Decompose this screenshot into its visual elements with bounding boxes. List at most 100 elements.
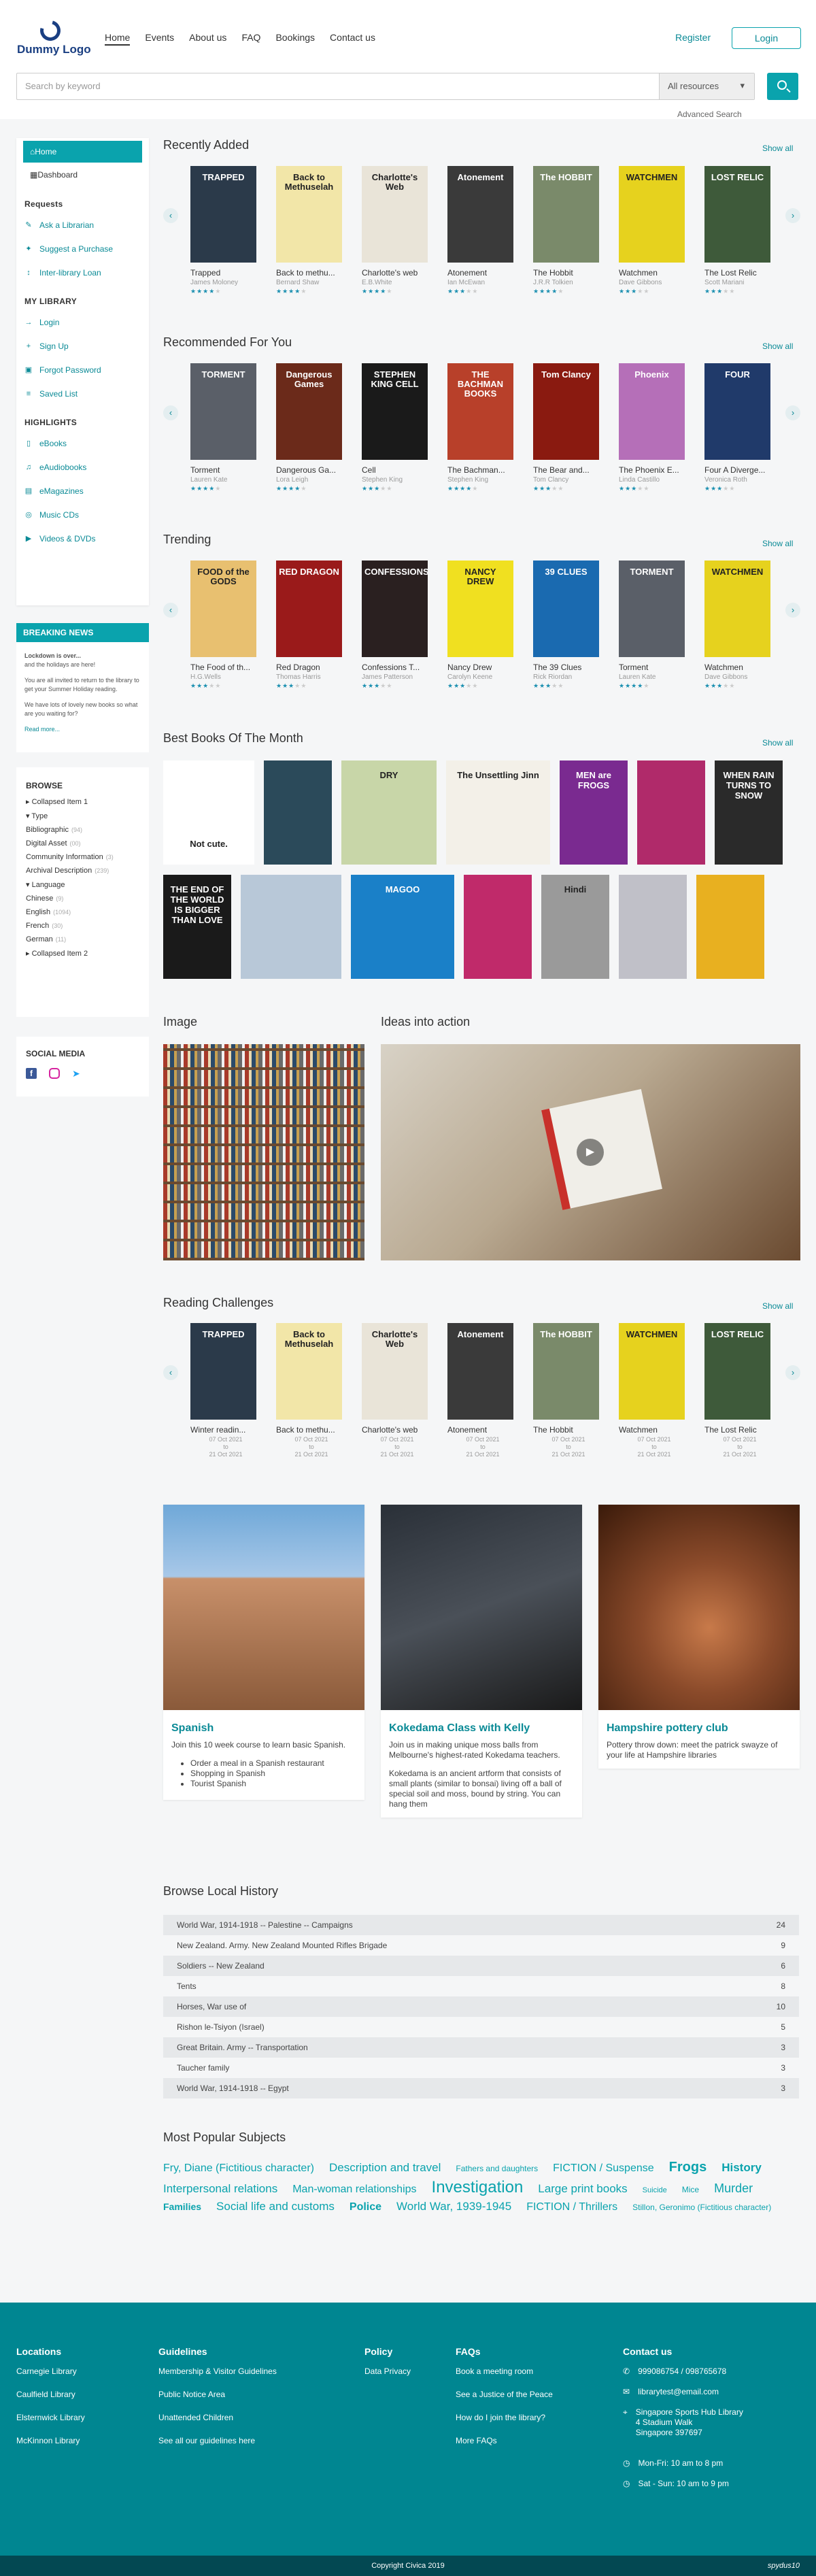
book-cover[interactable]: LOST RELIC [704,166,770,263]
subject-tag[interactable]: Police [350,2201,381,2213]
book-cover[interactable]: Atonement [447,166,513,263]
book-cover[interactable]: TORMENT [190,363,256,460]
history-row[interactable]: New Zealand. Army. New Zealand Mounted R… [163,1935,799,1956]
sidebar-item-saved-list[interactable]: ≡ Saved List [16,382,149,405]
book-cover[interactable]: 39 CLUES [533,561,599,657]
facebook-icon[interactable]: f [26,1068,37,1079]
recommended-show-all[interactable]: Show all [762,341,793,351]
best-book-cover[interactable] [464,875,532,979]
browse-facet-item[interactable]: Archival Description (239) [26,867,139,875]
footer-link[interactable]: More FAQs [456,2436,553,2445]
sidebar-item-ebooks[interactable]: ▯ eBooks [16,431,149,455]
carousel-next-button[interactable]: › [785,603,800,618]
history-row[interactable]: World War, 1914-1918 -- Egypt 3 [163,2078,799,2098]
news-read-more-link[interactable]: Read more... [16,725,149,734]
site-logo[interactable]: Dummy Logo [17,16,91,61]
carousel-prev-button[interactable]: ‹ [163,603,178,618]
reading-challenges-show-all[interactable]: Show all [762,1301,793,1311]
best-book-cover[interactable]: WHEN RAIN TURNS TO SNOW [715,760,783,865]
book-cover[interactable]: WATCHMEN [619,1323,685,1420]
book-item[interactable]: Charlotte's Web Charlotte's web E.B.White ★… [362,166,432,295]
challenge-item[interactable]: Charlotte's Web Charlotte's web 07 Oct 202… [362,1323,432,1458]
best-book-cover[interactable] [241,875,341,979]
carousel-prev-button[interactable]: ‹ [163,405,178,420]
recently-added-show-all[interactable]: Show all [762,144,793,153]
twitter-icon[interactable]: ➤ [72,1068,83,1079]
subject-tag[interactable]: Mice [682,2185,699,2194]
book-title[interactable]: Dangerous Ga... [276,465,347,475]
book-title[interactable]: Red Dragon [276,663,347,672]
subject-tag[interactable]: Description and travel [329,2161,441,2175]
book-cover[interactable]: WATCHMEN [619,166,685,263]
footer-phone[interactable]: 999086754 / 098765678 [638,2366,726,2376]
book-cover[interactable]: Charlotte's Web [362,166,428,263]
book-cover[interactable]: The HOBBIT [533,1323,599,1420]
best-book-cover[interactable] [619,875,687,979]
book-cover[interactable]: FOUR [704,363,770,460]
book-item[interactable]: Back to Methuselah Back to methu... Bernar… [276,166,347,295]
browse-facet-item[interactable]: Bibliographic (94) [26,826,139,834]
book-item[interactable]: Atonement Atonement Ian McEwan ★★★★★ [447,166,518,295]
footer-link[interactable]: See all our guidelines here [158,2436,277,2445]
book-title[interactable]: The Bachman... [447,465,518,475]
footer-email[interactable]: librarytest@email.com [638,2387,719,2396]
carousel-next-button[interactable]: › [785,1365,800,1380]
footer-link[interactable]: How do I join the library? [456,2413,553,2422]
sidebar-item-emagazines[interactable]: ▤ eMagazines [16,479,149,503]
book-cover[interactable]: Tom Clancy [533,363,599,460]
book-item[interactable]: RED DRAGON Red Dragon Thomas Harris ★★★★★ [276,561,347,690]
book-title[interactable]: The Lost Relic [704,268,775,278]
challenge-title[interactable]: Watchmen [619,1425,690,1435]
nav-bookings[interactable]: Bookings [275,32,315,46]
subject-tag[interactable]: Social life and customs [216,2200,335,2213]
book-item[interactable]: STEPHEN KING CELL Cell Stephen King ★★★★★ [362,363,432,492]
challenge-item[interactable]: Atonement Atonement 07 Oct 2021 to 21 Oct 20… [447,1323,518,1458]
book-cover[interactable]: THE BACHMAN BOOKS [447,363,513,460]
search-scope-select[interactable]: All resources [659,73,754,99]
sidebar-item-inter-library-loan[interactable]: ↕ Inter-library Loan [16,261,149,284]
book-cover[interactable]: Back to Methuselah [276,1323,342,1420]
book-item[interactable]: FOOD of the GODS The Food of th... H.G.Wel… [190,561,261,690]
browse-facet-item[interactable]: English (1094) [26,908,139,916]
book-item[interactable]: TRAPPED Trapped James Moloney ★★★★★ [190,166,261,295]
challenge-title[interactable]: Atonement [447,1425,518,1435]
subject-tag[interactable]: Interpersonal relations [163,2182,277,2196]
book-title[interactable]: Torment [190,465,261,475]
history-row[interactable]: Horses, War use of 10 [163,1996,799,2017]
sidebar-item-login[interactable]: → Login [16,310,149,334]
browse-facet-item[interactable]: ▾ Language [26,880,139,889]
book-cover[interactable]: STEPHEN KING CELL [362,363,428,460]
carousel-next-button[interactable]: › [785,405,800,420]
book-cover[interactable]: Back to Methuselah [276,166,342,263]
browse-facet-item[interactable]: Community Information (3) [26,853,139,861]
instagram-icon[interactable] [49,1068,60,1079]
book-title[interactable]: The 39 Clues [533,663,604,672]
browse-facet-item[interactable]: ▾ Type [26,812,139,820]
subject-tag[interactable]: Fry, Diane (Fictitious character) [163,2162,314,2175]
history-row[interactable]: Soldiers -- New Zealand 6 [163,1956,799,1976]
browse-facet-item[interactable]: ▸ Collapsed Item 2 [26,949,139,958]
challenge-title[interactable]: Back to methu... [276,1425,347,1435]
login-button[interactable]: Login [732,27,801,49]
challenge-item[interactable]: Back to Methuselah Back to methu... 07 Oct… [276,1323,347,1458]
challenge-item[interactable]: LOST RELIC The Lost Relic 07 Oct 2021 to 21 … [704,1323,775,1458]
book-item[interactable]: The HOBBIT The Hobbit J.R.R Tolkien ★★★★★ [533,166,604,295]
footer-link[interactable]: Membership & Visitor Guidelines [158,2366,277,2376]
best-book-cover[interactable]: DRY [341,760,437,865]
book-title[interactable]: Trapped [190,268,261,278]
challenge-item[interactable]: TRAPPED Winter readin... 07 Oct 2021 to 21 O… [190,1323,261,1458]
best-book-cover[interactable]: MAGOO [351,875,454,979]
book-item[interactable]: LOST RELIC The Lost Relic Scott Mariani ★★★… [704,166,775,295]
book-cover[interactable]: Phoenix [619,363,685,460]
sidebar-item-suggest-purchase[interactable]: ✦ Suggest a Purchase [16,237,149,261]
best-book-cover[interactable] [637,760,705,865]
book-title[interactable]: Watchmen [619,268,690,278]
footer-link[interactable]: McKinnon Library [16,2436,85,2445]
search-input[interactable]: Search by keyword [25,81,101,91]
history-row[interactable]: Great Britain. Army -- Transportation 3 [163,2037,799,2058]
book-cover[interactable]: Charlotte's Web [362,1323,428,1420]
book-cover[interactable]: TRAPPED [190,1323,256,1420]
challenge-title[interactable]: The Lost Relic [704,1425,775,1435]
subject-tag[interactable]: FICTION / Thrillers [526,2201,617,2213]
subject-tag[interactable]: Man-woman relationships [292,2184,416,2196]
